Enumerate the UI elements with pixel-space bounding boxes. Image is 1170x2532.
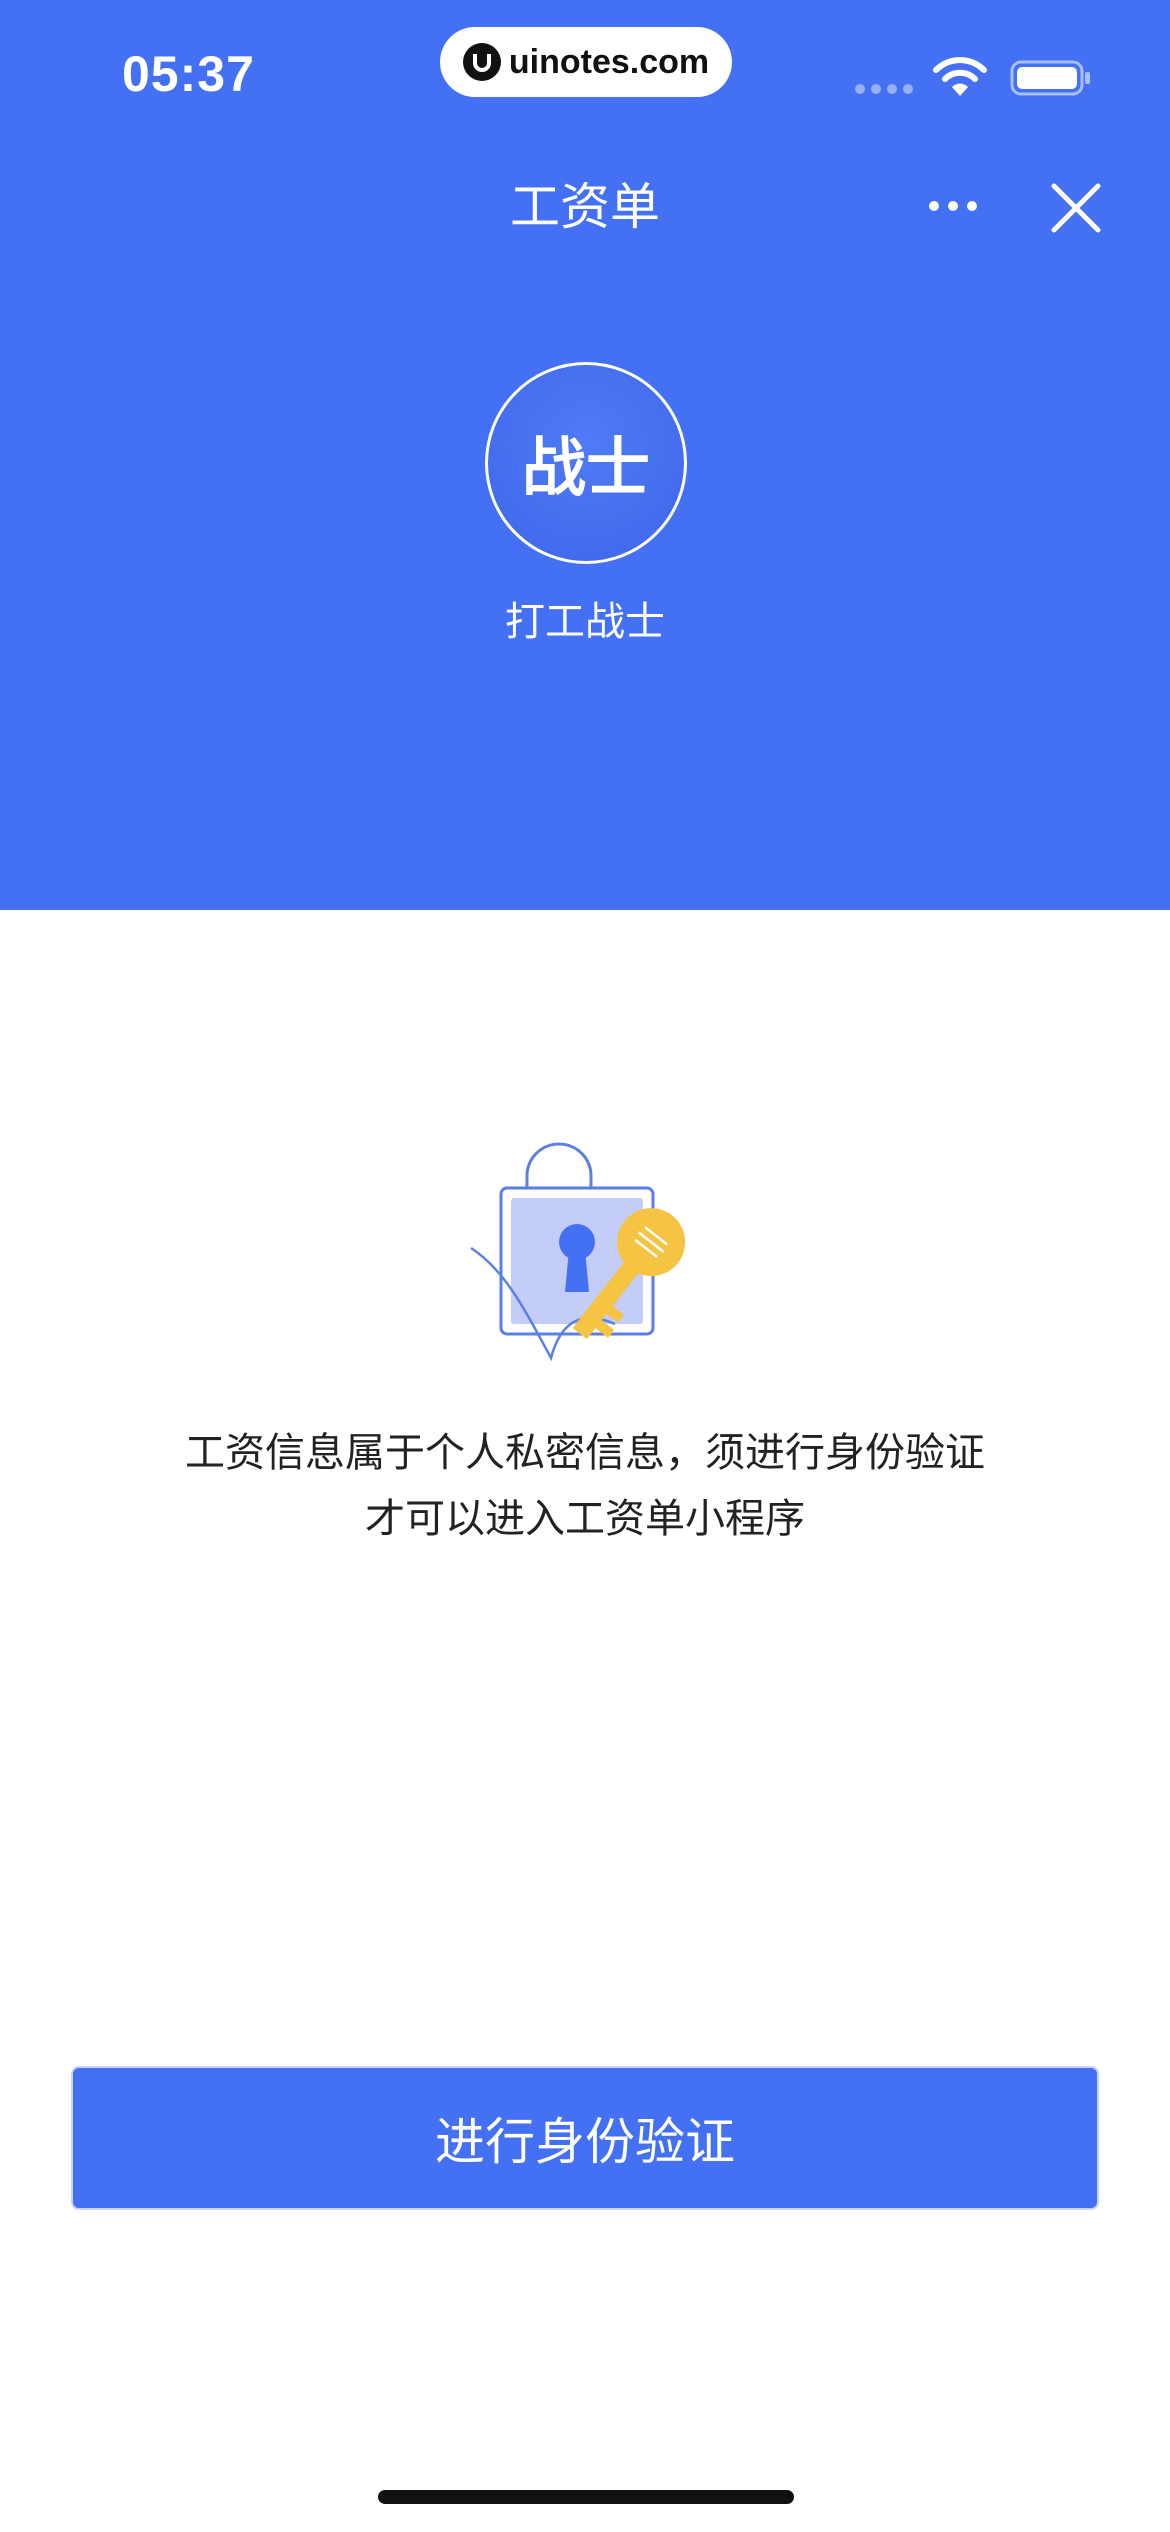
home-indicator[interactable] <box>378 2490 794 2504</box>
watermark-text: uinotes.com <box>508 42 710 81</box>
header-banner: 05:37 uinotes.com 工资单 战士 打工战士 <box>0 0 1170 910</box>
uinotes-logo-icon <box>462 43 501 81</box>
avatar: 战士 <box>485 362 687 564</box>
more-dot-icon <box>929 201 939 211</box>
watermark-badge: uinotes.com <box>440 27 732 97</box>
page-title: 工资单 <box>510 178 660 236</box>
close-icon[interactable] <box>1048 180 1104 236</box>
battery-icon <box>1010 60 1090 96</box>
verify-identity-button[interactable]: 进行身份验证 <box>71 2066 1099 2210</box>
more-button[interactable] <box>918 178 988 234</box>
user-name: 打工战士 <box>505 599 665 645</box>
more-dot-icon <box>948 201 958 211</box>
cellular-signal-icon <box>855 84 913 94</box>
more-dot-icon <box>967 201 977 211</box>
status-time: 05:37 <box>122 46 255 102</box>
avatar-text: 战士 <box>522 432 650 506</box>
privacy-message-line2: 才可以进入工资单小程序 <box>365 1496 805 1542</box>
lock-key-illustration-icon <box>470 1142 686 1362</box>
privacy-message: 工资信息属于个人私密信息，须进行身份验证 才可以进入工资单小程序 <box>0 1420 1170 1552</box>
wifi-icon <box>933 57 987 96</box>
privacy-message-line1: 工资信息属于个人私密信息，须进行身份验证 <box>185 1430 985 1476</box>
